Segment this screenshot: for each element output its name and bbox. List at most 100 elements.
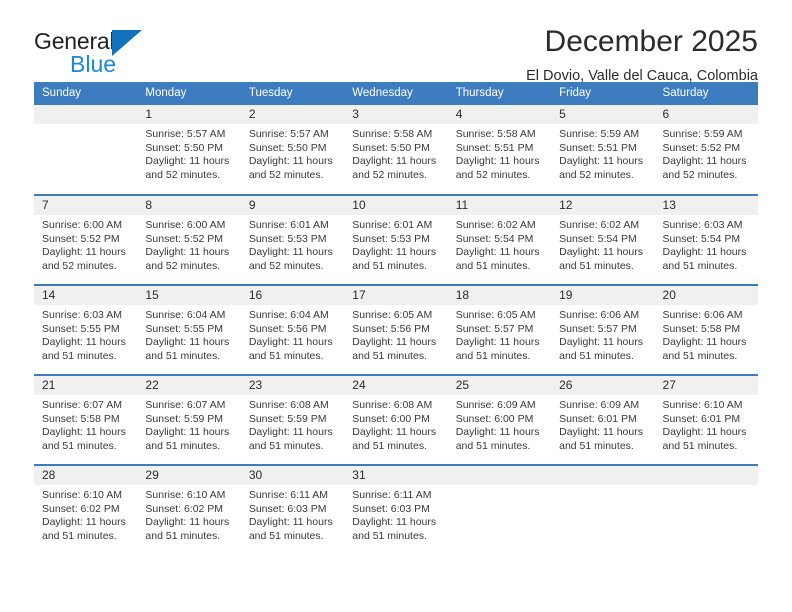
calendar-day-cell[interactable]: 28 Sunrise: 6:10 AM Sunset: 6:02 PM Dayligh… xyxy=(34,464,138,555)
sunset-text: Sunset: 5:54 PM xyxy=(559,232,637,245)
calendar-day-cell[interactable]: 30 Sunrise: 6:11 AM Sunset: 6:03 PM Dayligh… xyxy=(240,464,345,555)
sunrise-text: Sunrise: 6:08 AM xyxy=(248,399,329,411)
day-sun-info: Sunrise: 6:10 AM Sunset: 6:02 PM Daylight:… xyxy=(34,485,137,543)
calendar-day-cell[interactable]: 20 Sunrise: 6:06 AM Sunset: 5:58 PM Dayligh… xyxy=(654,284,758,375)
daylight-text-line1: Daylight: 11 hours xyxy=(352,246,437,259)
calendar-week-row: 28 Sunrise: 6:10 AM Sunset: 6:02 PM Dayligh… xyxy=(34,464,758,555)
calendar-day-cell[interactable]: 17 Sunrise: 6:05 AM Sunset: 5:56 PM Dayligh… xyxy=(344,284,448,375)
day-sun-info: Sunrise: 6:09 AM Sunset: 6:01 PM Daylight:… xyxy=(551,395,654,453)
calendar-day-cell[interactable]: 29 Sunrise: 6:10 AM Sunset: 6:02 PM Dayligh… xyxy=(137,464,241,555)
daylight-text-line2: and 52 minutes. xyxy=(248,259,324,272)
sunset-text: Sunset: 6:00 PM xyxy=(455,412,534,425)
sunrise-text: Sunrise: 6:00 AM xyxy=(145,219,226,231)
calendar-day-cell[interactable]: 22 Sunrise: 6:07 AM Sunset: 5:59 PM Dayligh… xyxy=(137,374,241,465)
day-sun-info: Sunrise: 6:09 AM Sunset: 6:00 PM Daylight:… xyxy=(448,395,551,453)
daylight-text-line2: and 52 minutes. xyxy=(145,259,221,272)
daylight-text-line2: and 51 minutes. xyxy=(352,259,427,272)
calendar-day-cell[interactable]: 21 Sunrise: 6:07 AM Sunset: 5:58 PM Dayligh… xyxy=(34,374,138,465)
calendar-day-cell[interactable]: 3 Sunrise: 5:58 AM Sunset: 5:50 PM Daylight… xyxy=(344,105,448,195)
day-sun-info: Sunrise: 6:02 AM Sunset: 5:54 PM Daylight:… xyxy=(448,215,551,273)
daylight-text-line1: Daylight: 11 hours xyxy=(248,246,333,259)
day-number: 5 xyxy=(551,105,655,124)
sunrise-text: Sunrise: 6:05 AM xyxy=(455,309,536,321)
sunset-text: Sunset: 5:51 PM xyxy=(559,141,637,154)
calendar-day-cell[interactable]: 27 Sunrise: 6:10 AM Sunset: 6:01 PM Dayligh… xyxy=(654,374,758,465)
calendar-week-row: 14 Sunrise: 6:03 AM Sunset: 5:55 PM Dayligh… xyxy=(34,284,758,375)
calendar-day-cell[interactable]: 23 Sunrise: 6:08 AM Sunset: 5:59 PM Dayligh… xyxy=(240,374,345,465)
day-number: 13 xyxy=(654,196,758,215)
calendar-day-cell[interactable]: 6 Sunrise: 5:59 AM Sunset: 5:52 PM Daylight… xyxy=(654,105,758,195)
calendar-day-cell[interactable]: 14 Sunrise: 6:03 AM Sunset: 5:55 PM Dayligh… xyxy=(34,284,138,375)
calendar-day-cell[interactable] xyxy=(654,464,758,555)
sunset-text: Sunset: 5:50 PM xyxy=(352,141,430,154)
calendar-day-cell[interactable] xyxy=(447,464,552,555)
day-cell-content: 18 Sunrise: 6:05 AM Sunset: 5:57 PM Dayligh… xyxy=(447,286,552,374)
calendar-day-cell[interactable]: 4 Sunrise: 5:58 AM Sunset: 5:51 PM Daylight… xyxy=(447,105,552,195)
page-header: General Blue December 2025 El Dovio, Val… xyxy=(34,0,758,84)
day-number: 3 xyxy=(344,105,448,124)
calendar-day-cell[interactable]: 24 Sunrise: 6:08 AM Sunset: 6:00 PM Dayligh… xyxy=(344,374,448,465)
day-sun-info: Sunrise: 6:00 AM Sunset: 5:52 PM Daylight:… xyxy=(34,215,137,273)
sunset-text: Sunset: 5:50 PM xyxy=(248,141,327,154)
sunset-text: Sunset: 5:58 PM xyxy=(662,322,741,335)
daylight-text-line1: Daylight: 11 hours xyxy=(42,336,126,349)
calendar-day-cell[interactable] xyxy=(34,105,138,195)
daylight-text-line2: and 51 minutes. xyxy=(352,439,427,452)
day-cell-content xyxy=(34,105,138,193)
calendar-day-cell[interactable]: 2 Sunrise: 5:57 AM Sunset: 5:50 PM Daylight… xyxy=(240,105,345,195)
daylight-text-line2: and 51 minutes. xyxy=(42,529,117,542)
calendar-day-cell[interactable]: 19 Sunrise: 6:06 AM Sunset: 5:57 PM Dayligh… xyxy=(551,284,655,375)
day-number: 11 xyxy=(447,196,552,215)
day-cell-content: 14 Sunrise: 6:03 AM Sunset: 5:55 PM Dayligh… xyxy=(34,286,138,374)
calendar-day-cell[interactable]: 11 Sunrise: 6:02 AM Sunset: 5:54 PM Dayligh… xyxy=(447,194,552,285)
daylight-text-line1: Daylight: 11 hours xyxy=(455,155,540,168)
day-sun-info: Sunrise: 6:06 AM Sunset: 5:57 PM Daylight:… xyxy=(551,305,654,363)
day-sun-info: Sunrise: 5:59 AM Sunset: 5:52 PM Daylight:… xyxy=(655,124,758,182)
weekday-header-friday: Friday xyxy=(551,82,655,105)
daylight-text-line1: Daylight: 11 hours xyxy=(559,155,643,168)
daylight-text-line1: Daylight: 11 hours xyxy=(145,155,230,168)
calendar-day-cell[interactable] xyxy=(551,464,655,555)
calendar-day-cell[interactable]: 1 Sunrise: 5:57 AM Sunset: 5:50 PM Daylight… xyxy=(137,105,241,195)
day-number: 28 xyxy=(34,466,138,485)
calendar-day-cell[interactable]: 9 Sunrise: 6:01 AM Sunset: 5:53 PM Daylight… xyxy=(240,194,345,285)
day-cell-content: 2 Sunrise: 5:57 AM Sunset: 5:50 PM Daylight… xyxy=(240,105,345,193)
calendar-day-cell[interactable]: 18 Sunrise: 6:05 AM Sunset: 5:57 PM Dayligh… xyxy=(447,284,552,375)
calendar-day-cell[interactable]: 7 Sunrise: 6:00 AM Sunset: 5:52 PM Daylight… xyxy=(34,194,138,285)
day-number: 9 xyxy=(240,196,345,215)
daylight-text-line1: Daylight: 11 hours xyxy=(455,246,540,259)
calendar-day-cell[interactable]: 10 Sunrise: 6:01 AM Sunset: 5:53 PM Dayligh… xyxy=(344,194,448,285)
calendar-day-cell[interactable]: 13 Sunrise: 6:03 AM Sunset: 5:54 PM Dayligh… xyxy=(654,194,758,285)
sunset-text: Sunset: 5:59 PM xyxy=(248,412,327,425)
brand-logo: General Blue xyxy=(34,26,204,76)
calendar-day-cell[interactable]: 16 Sunrise: 6:04 AM Sunset: 5:56 PM Dayligh… xyxy=(240,284,345,375)
calendar-week-row: 7 Sunrise: 6:00 AM Sunset: 5:52 PM Daylight… xyxy=(34,194,758,285)
calendar-day-cell[interactable]: 15 Sunrise: 6:04 AM Sunset: 5:55 PM Dayligh… xyxy=(137,284,241,375)
calendar-day-cell[interactable]: 12 Sunrise: 6:02 AM Sunset: 5:54 PM Dayligh… xyxy=(551,194,655,285)
day-sun-info: Sunrise: 6:03 AM Sunset: 5:54 PM Daylight:… xyxy=(655,215,758,273)
weekday-header-monday: Monday xyxy=(137,82,241,105)
daylight-text-line1: Daylight: 11 hours xyxy=(455,336,540,349)
day-cell-content: 12 Sunrise: 6:02 AM Sunset: 5:54 PM Dayligh… xyxy=(551,196,655,284)
calendar-day-cell[interactable]: 31 Sunrise: 6:11 AM Sunset: 6:03 PM Dayligh… xyxy=(344,464,448,555)
sunrise-text: Sunrise: 6:01 AM xyxy=(248,219,329,231)
day-number: 12 xyxy=(551,196,655,215)
sunset-text: Sunset: 5:57 PM xyxy=(455,322,534,335)
day-number: 26 xyxy=(551,376,655,395)
calendar-day-cell[interactable]: 25 Sunrise: 6:09 AM Sunset: 6:00 PM Dayligh… xyxy=(447,374,552,465)
page-title: December 2025 xyxy=(544,25,758,58)
calendar-day-cell[interactable]: 5 Sunrise: 5:59 AM Sunset: 5:51 PM Daylight… xyxy=(551,105,655,195)
sunrise-text: Sunrise: 6:07 AM xyxy=(42,399,122,411)
day-sun-info: Sunrise: 6:11 AM Sunset: 6:03 PM Daylight:… xyxy=(344,485,447,543)
daylight-text-line1: Daylight: 11 hours xyxy=(352,516,437,529)
daylight-text-line2: and 51 minutes. xyxy=(42,349,117,362)
sunset-text: Sunset: 5:58 PM xyxy=(42,412,120,425)
sunset-text: Sunset: 6:02 PM xyxy=(145,502,224,515)
calendar-day-cell[interactable]: 26 Sunrise: 6:09 AM Sunset: 6:01 PM Dayligh… xyxy=(551,374,655,465)
day-cell-content: 1 Sunrise: 5:57 AM Sunset: 5:50 PM Daylight… xyxy=(137,105,241,193)
calendar-day-cell[interactable]: 8 Sunrise: 6:00 AM Sunset: 5:52 PM Daylight… xyxy=(137,194,241,285)
daylight-text-line1: Daylight: 11 hours xyxy=(352,336,437,349)
day-sun-info: Sunrise: 6:07 AM Sunset: 5:59 PM Daylight:… xyxy=(137,395,240,453)
day-cell-content: 24 Sunrise: 6:08 AM Sunset: 6:00 PM Dayligh… xyxy=(344,376,448,464)
sunrise-text: Sunrise: 5:58 AM xyxy=(455,128,536,140)
